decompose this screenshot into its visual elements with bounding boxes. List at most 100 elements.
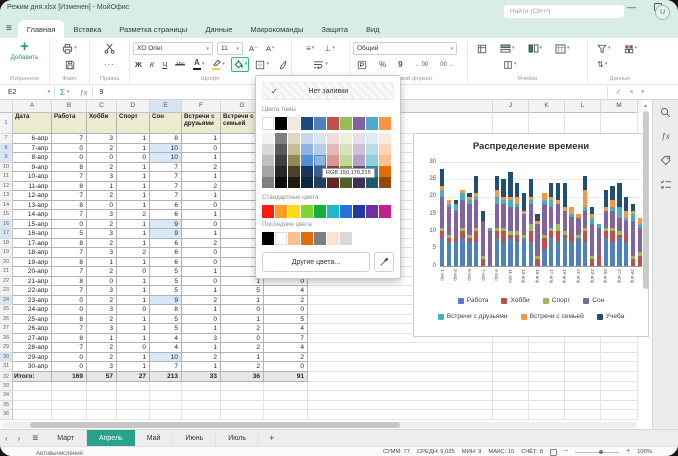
vertical-align-button[interactable]: ⊥▾ bbox=[322, 43, 336, 55]
variant-swatch[interactable] bbox=[262, 155, 274, 166]
cell[interactable]: 0 bbox=[87, 277, 117, 287]
cell[interactable] bbox=[182, 410, 221, 420]
variant-swatch[interactable] bbox=[301, 144, 313, 155]
variant-swatch[interactable] bbox=[301, 166, 313, 177]
row-number[interactable]: 30 bbox=[0, 353, 13, 363]
cell[interactable]: 169 bbox=[52, 372, 87, 382]
cell[interactable]: 2 bbox=[182, 296, 221, 306]
cell[interactable]: 2 bbox=[87, 191, 117, 201]
cell[interactable]: 12-апр bbox=[13, 191, 52, 201]
cell[interactable]: 2 bbox=[87, 296, 117, 306]
row-number[interactable]: 11 bbox=[0, 172, 13, 182]
cell[interactable]: 2 bbox=[87, 267, 117, 277]
decrease-font-button[interactable]: A⁻ bbox=[247, 44, 260, 53]
theme-color-swatch[interactable] bbox=[340, 117, 352, 130]
cell[interactable]: 8-апр bbox=[13, 153, 52, 163]
cell[interactable]: 0 bbox=[264, 305, 308, 315]
cell[interactable]: 6 bbox=[150, 248, 182, 258]
cancel-icon[interactable]: × bbox=[629, 89, 633, 96]
cell[interactable] bbox=[13, 401, 52, 411]
cell[interactable] bbox=[308, 343, 493, 353]
add-icon[interactable]: + bbox=[3, 41, 46, 53]
menu-tab-Главная[interactable]: Главная bbox=[18, 20, 65, 38]
cell[interactable] bbox=[565, 362, 601, 372]
cell[interactable]: 7 bbox=[52, 191, 87, 201]
cell[interactable]: 7 bbox=[150, 182, 182, 192]
cell[interactable] bbox=[565, 343, 601, 353]
variant-swatch[interactable] bbox=[366, 177, 378, 188]
row-number[interactable]: 8 bbox=[0, 144, 13, 154]
cell[interactable]: 3 bbox=[182, 334, 221, 344]
cell[interactable]: 7 bbox=[52, 210, 87, 220]
cell[interactable]: 7 bbox=[150, 362, 182, 372]
variant-swatch[interactable] bbox=[340, 177, 352, 188]
variant-swatch[interactable] bbox=[275, 166, 287, 177]
add-button[interactable]: Добавить bbox=[3, 54, 46, 61]
theme-color-swatch[interactable] bbox=[353, 117, 365, 130]
row-number[interactable]: 10 bbox=[0, 163, 13, 173]
cell[interactable]: 1 bbox=[117, 296, 150, 306]
menu-tab-Макрокоманды[interactable]: Макрокоманды bbox=[241, 20, 312, 38]
standard-color-swatch[interactable] bbox=[288, 205, 300, 218]
prev-sheet-icon[interactable]: ‹ bbox=[0, 434, 13, 443]
edit-more-button[interactable]: ··· bbox=[102, 59, 117, 71]
cell[interactable] bbox=[601, 372, 638, 382]
cell[interactable]: 0 bbox=[52, 305, 87, 315]
column-header-F[interactable]: F bbox=[182, 100, 221, 113]
zoom-slider[interactable] bbox=[575, 452, 619, 453]
theme-color-swatch[interactable] bbox=[288, 117, 300, 130]
insert-column-button[interactable]: ▾ bbox=[526, 42, 545, 55]
row-number[interactable]: 7 bbox=[0, 134, 13, 144]
sheet-tab-Май[interactable]: Май bbox=[135, 430, 174, 447]
row-number[interactable]: 34 bbox=[0, 391, 13, 401]
cell[interactable]: 36 bbox=[221, 372, 264, 382]
cell[interactable]: 7 bbox=[52, 134, 87, 144]
cell[interactable]: 5 bbox=[150, 277, 182, 287]
variant-swatch[interactable] bbox=[262, 144, 274, 155]
cell[interactable]: 28-апр bbox=[13, 343, 52, 353]
row-number[interactable]: 1 bbox=[0, 113, 13, 134]
cell[interactable]: 11-апр bbox=[13, 182, 52, 192]
menu-tab-Данные[interactable]: Данные bbox=[196, 20, 241, 38]
names-panel-button[interactable] bbox=[659, 154, 673, 166]
strikethrough-button[interactable]: abc bbox=[173, 62, 187, 68]
next-sheet-icon[interactable]: › bbox=[13, 434, 26, 443]
cell[interactable] bbox=[117, 401, 150, 411]
cell[interactable] bbox=[493, 362, 529, 372]
filter-button[interactable]: ▾ bbox=[595, 42, 613, 56]
cell[interactable]: 1 bbox=[221, 353, 264, 363]
cell[interactable]: 2 bbox=[87, 239, 117, 249]
cell[interactable]: 1 bbox=[117, 334, 150, 344]
theme-color-swatch[interactable] bbox=[379, 117, 391, 130]
variant-swatch[interactable] bbox=[327, 155, 339, 166]
cell[interactable]: 7-апр bbox=[13, 144, 52, 154]
cell[interactable]: 0 bbox=[52, 296, 87, 306]
cell[interactable]: 5 bbox=[150, 286, 182, 296]
variant-swatch[interactable] bbox=[366, 133, 378, 144]
cell[interactable] bbox=[221, 401, 264, 411]
cell[interactable] bbox=[565, 372, 601, 382]
variant-swatch[interactable] bbox=[353, 133, 365, 144]
cell[interactable]: 2 bbox=[182, 353, 221, 363]
variant-swatch[interactable] bbox=[288, 166, 300, 177]
cell[interactable]: 1 bbox=[117, 134, 150, 144]
cell[interactable]: 2 bbox=[264, 353, 308, 363]
cell[interactable]: 4 bbox=[150, 343, 182, 353]
cell[interactable]: 7 bbox=[150, 191, 182, 201]
user-avatar[interactable]: U bbox=[655, 5, 670, 20]
column-header-B[interactable]: B bbox=[52, 100, 87, 113]
cell[interactable]: 1 bbox=[182, 305, 221, 315]
theme-color-swatch[interactable] bbox=[275, 117, 287, 130]
cell[interactable]: 3 bbox=[87, 324, 117, 334]
cell[interactable]: 7 bbox=[52, 343, 87, 353]
row-number[interactable]: 25 bbox=[0, 305, 13, 315]
cell[interactable]: 20-апр bbox=[13, 267, 52, 277]
variant-swatch[interactable] bbox=[353, 177, 365, 188]
vertical-scrollbar-thumb[interactable] bbox=[643, 111, 649, 289]
cell-size-button[interactable]: ▾ bbox=[501, 58, 519, 72]
wrap-text-button[interactable]: ▾ bbox=[311, 58, 330, 71]
cell[interactable]: 7 bbox=[150, 172, 182, 182]
cell[interactable] bbox=[13, 391, 52, 401]
variant-swatch[interactable] bbox=[288, 133, 300, 144]
variant-swatch[interactable] bbox=[275, 155, 287, 166]
